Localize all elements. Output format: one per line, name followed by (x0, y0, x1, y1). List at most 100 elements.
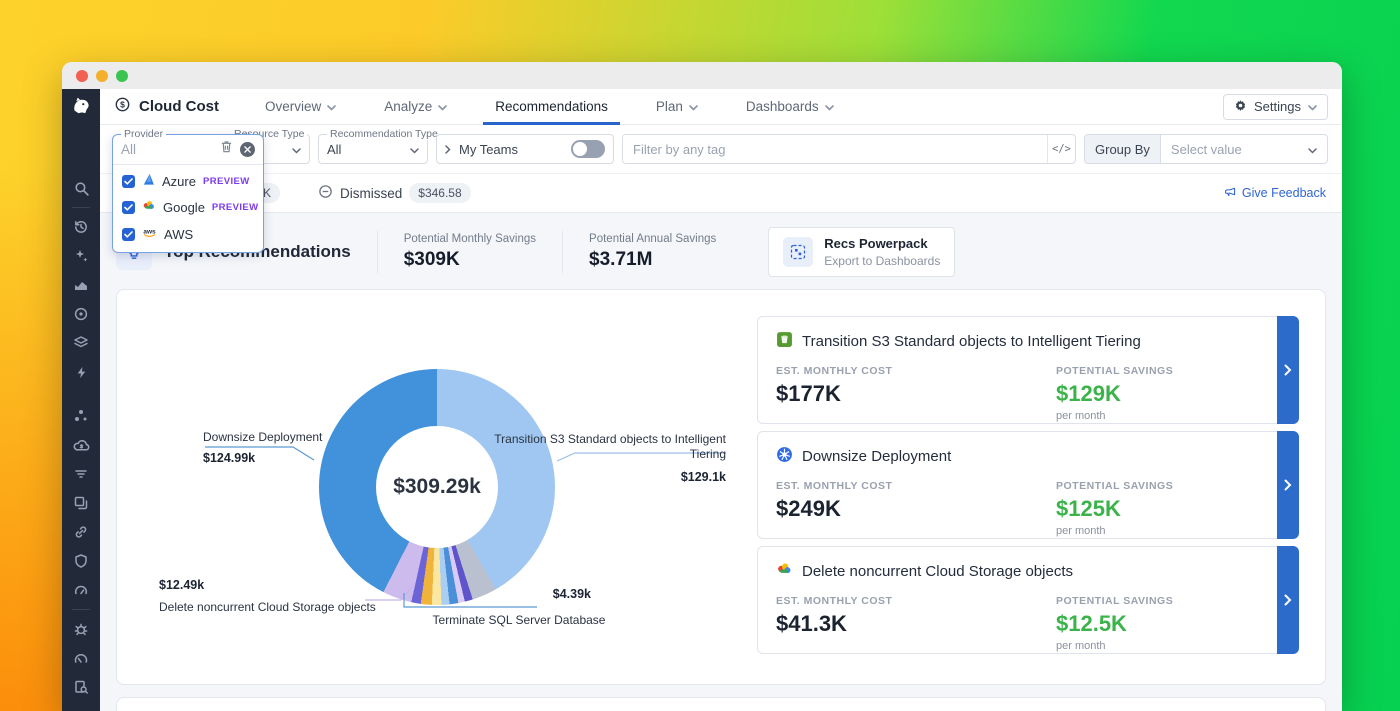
bug-icon[interactable] (70, 618, 92, 640)
tab-plan[interactable]: Plan (644, 89, 710, 125)
callout-terminate-label: Terminate SQL Server Database (429, 613, 609, 628)
tab-dashboards[interactable]: Dashboards (734, 89, 846, 125)
top-navbar: $ Cloud Cost Overview Analyze Recommenda… (100, 89, 1342, 125)
provider-selected-value[interactable]: All (121, 142, 213, 157)
recommendation-card[interactable]: Downsize Deployment EST. MONTHLY COST $2… (757, 431, 1299, 539)
dropdown-arrow-icon (410, 142, 419, 157)
infrastructure-layers-icon[interactable] (70, 332, 92, 354)
open-recommendation-button[interactable] (1277, 546, 1299, 654)
filter-bar: Resource Type Recommendation Type All My… (100, 125, 1342, 173)
checkbox-checked-icon[interactable] (122, 228, 135, 241)
cloud-cost-coin-icon: $ (114, 96, 131, 117)
checkbox-checked-icon[interactable] (122, 175, 135, 188)
callout-terminate-value: $4.39k (497, 587, 591, 603)
recs-powerpack-card[interactable]: Recs Powerpack Export to Dashboards (768, 227, 955, 277)
software-windows-icon[interactable] (70, 492, 92, 514)
recommendation-type-select[interactable]: Recommendation Type All (318, 134, 428, 164)
minimize-window-button[interactable] (96, 70, 108, 82)
summary-header: Top Recommendations Potential Monthly Sa… (116, 227, 1326, 277)
dashboards-chart-icon[interactable] (70, 274, 92, 296)
megaphone-icon (1224, 185, 1237, 201)
provider-option-azure[interactable]: Azure PREVIEW (122, 173, 254, 189)
checkbox-checked-icon[interactable] (122, 201, 135, 214)
settings-button[interactable]: Settings (1223, 94, 1328, 120)
provider-option-google[interactable]: Google PREVIEW (122, 199, 254, 216)
tag-filter-field: </> (622, 134, 1076, 164)
callout-downsize: Downsize Deployment $124.99k (203, 430, 322, 467)
close-window-button[interactable] (76, 70, 88, 82)
potential-savings: POTENTIAL SAVINGS $125K per month (1056, 480, 1173, 537)
dismissed-amount-badge: $346.58 (409, 183, 470, 203)
recommendation-list: Transition S3 Standard objects to Intell… (757, 290, 1325, 684)
datadog-logo[interactable] (70, 95, 92, 117)
watchdog-sparkles-icon[interactable] (70, 245, 92, 267)
history-icon[interactable] (70, 216, 92, 238)
tab-recommendations[interactable]: Recommendations (483, 89, 620, 125)
google-cloud-logo (142, 199, 156, 216)
sidebar-divider (72, 207, 90, 208)
callout-transition: Transition S3 Standard objects to Intell… (486, 432, 726, 486)
donut-chart-zone: $309.29k Downsize Deployment (117, 290, 757, 684)
my-teams-control[interactable]: My Teams (436, 134, 614, 164)
chevron-down-icon (438, 99, 447, 114)
potential-savings: POTENTIAL SAVINGS $12.5K per month (1056, 595, 1173, 652)
aws-logo: aws (142, 226, 157, 242)
open-recommendation-button[interactable] (1277, 431, 1299, 539)
log-filter-lines-icon[interactable] (70, 463, 92, 485)
group-by-label: Group By (1085, 135, 1161, 163)
dropdown-arrow-icon (1308, 142, 1317, 157)
app-title: $ Cloud Cost (114, 96, 219, 117)
aws-s3-icon (776, 331, 793, 352)
apm-target-icon[interactable] (70, 303, 92, 325)
next-section-card (116, 697, 1326, 711)
svg-text:aws: aws (143, 228, 156, 235)
open-recommendation-button[interactable] (1277, 316, 1299, 424)
recommendation-card[interactable]: Transition S3 Standard objects to Intell… (757, 316, 1299, 424)
events-bolt-icon[interactable] (70, 361, 92, 383)
chevron-right-icon (445, 142, 451, 157)
cloud-cost-cloud-icon[interactable] (70, 434, 92, 456)
desktop-background: $ Cloud Cost Overview Analyze Recommenda… (0, 0, 1400, 711)
give-feedback-link[interactable]: Give Feedback (1224, 185, 1326, 201)
tab-overview[interactable]: Overview (253, 89, 348, 125)
sidebar (62, 89, 100, 711)
zoom-window-button[interactable] (116, 70, 128, 82)
powerpack-grid-icon (783, 237, 813, 267)
chevron-down-icon (689, 99, 698, 114)
group-by-select[interactable]: Select value (1161, 135, 1327, 163)
callout-delete: $12.49k Delete noncurrent Cloud Storage … (159, 578, 376, 615)
service-map-dots-icon[interactable] (70, 405, 92, 427)
donut-chart[interactable]: $309.29k (319, 369, 555, 605)
chevron-down-icon (825, 99, 834, 114)
est-monthly-cost: EST. MONTHLY COST $249K (776, 480, 1056, 537)
trash-icon[interactable] (220, 140, 233, 159)
group-by-control: Group By Select value (1084, 134, 1328, 164)
google-cloud-icon (776, 561, 793, 582)
security-shield-icon[interactable] (70, 550, 92, 572)
donut-total-label: $309.29k (393, 475, 481, 499)
est-monthly-cost: EST. MONTHLY COST $177K (776, 365, 1056, 422)
est-monthly-cost: EST. MONTHLY COST $41.3K (776, 595, 1056, 652)
monthly-savings-stat: Potential Monthly Savings $309K (377, 231, 562, 273)
profiling-gauge-icon[interactable] (70, 647, 92, 669)
slo-gauge-icon[interactable] (70, 579, 92, 601)
my-teams-toggle[interactable] (571, 140, 605, 158)
code-editor-toggle[interactable]: </> (1047, 135, 1075, 163)
search-icon[interactable] (70, 177, 92, 199)
chevron-down-icon (1308, 99, 1317, 114)
ci-link-icon[interactable] (70, 521, 92, 543)
svg-text:$: $ (120, 100, 125, 110)
provider-dropdown: Provider All Azure PREVIEW (112, 134, 264, 253)
donut-hole: $309.29k (376, 426, 498, 548)
tag-filter-input[interactable] (623, 135, 1047, 163)
clear-selection-button[interactable] (240, 142, 255, 157)
audit-doc-search-icon[interactable] (70, 676, 92, 698)
tab-analyze[interactable]: Analyze (372, 89, 459, 125)
recommendation-card[interactable]: Delete noncurrent Cloud Storage objects … (757, 546, 1299, 654)
kubernetes-icon (776, 446, 793, 467)
provider-option-aws[interactable]: aws AWS (122, 226, 254, 242)
dismissed-filter-chip[interactable]: Dismissed $346.58 (318, 183, 471, 203)
app-window: $ Cloud Cost Overview Analyze Recommenda… (62, 62, 1342, 711)
status-chip-row: K Dismissed $346.58 Give Feedback (100, 173, 1342, 213)
dropdown-arrow-icon (292, 142, 301, 157)
